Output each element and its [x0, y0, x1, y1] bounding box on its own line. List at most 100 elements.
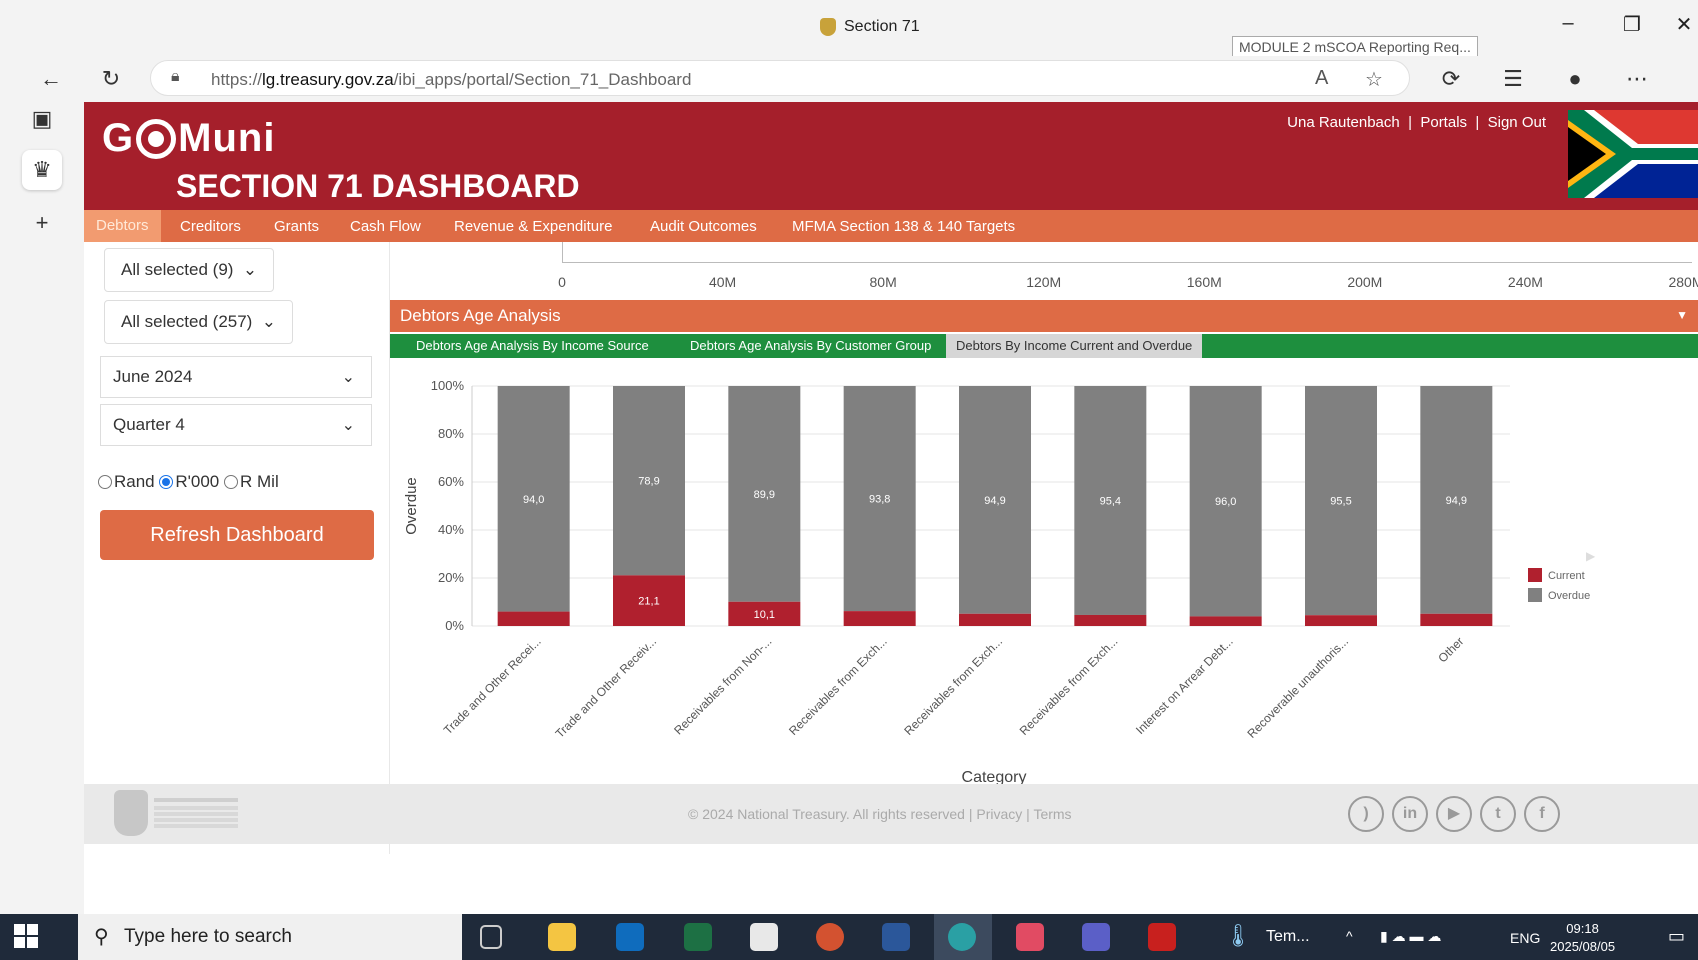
menu-revenue-expenditure[interactable]: Revenue & Expenditure: [454, 218, 612, 235]
url-text[interactable]: https://lg.treasury.gov.za/ibi_apps/port…: [211, 70, 691, 90]
refresh-dashboard-button[interactable]: Refresh Dashboard: [100, 510, 374, 560]
task-view-icon[interactable]: [480, 925, 502, 949]
user-name-link[interactable]: Una Rautenbach: [1287, 114, 1400, 131]
menu-grants[interactable]: Grants: [274, 218, 319, 235]
multiselect-1[interactable]: All selected (9) ⌄: [104, 248, 275, 292]
quarter-select[interactable]: Quarter 4 ⌄: [100, 404, 372, 446]
sign-out-link[interactable]: Sign Out: [1488, 114, 1546, 131]
reload-icon[interactable]: ↻: [96, 66, 126, 92]
notification-icon[interactable]: ▭: [1668, 926, 1685, 947]
bar-label-overdue: 95,4: [1100, 495, 1121, 507]
collapse-caret-icon[interactable]: ▼: [1676, 308, 1688, 322]
legend-swatch: [1528, 588, 1542, 602]
active-tab-favicon-icon[interactable]: ♛: [22, 150, 62, 190]
bar-current: [959, 613, 1031, 626]
browser-tab[interactable]: Section 71: [820, 18, 920, 36]
y-axis-title: Overdue: [403, 477, 420, 535]
read-aloud-icon[interactable]: A: [1315, 67, 1328, 90]
top-axis-tick: 120M: [1026, 274, 1062, 290]
excel-icon[interactable]: [684, 923, 712, 951]
tray-chevron-up-icon[interactable]: ^: [1346, 928, 1353, 944]
twitter-icon[interactable]: t: [1480, 796, 1516, 832]
chevron-down-icon: ⌄: [341, 417, 355, 434]
weather-text[interactable]: Tem...: [1266, 928, 1310, 946]
radio-rmil[interactable]: [224, 475, 238, 489]
system-clock[interactable]: 09:18 2025/08/05: [1550, 920, 1615, 956]
file-explorer-icon[interactable]: [548, 923, 576, 951]
windows-start-icon[interactable]: [14, 924, 40, 950]
x-tick-label: Interest on Arrear Debt...: [1133, 634, 1236, 737]
portals-link[interactable]: Portals: [1420, 114, 1467, 131]
browser-titlebar: Section 71 MODULE 2 mSCOA Reporting Req.…: [0, 0, 1698, 58]
coat-of-arms-favicon-icon: [820, 18, 836, 36]
facebook-icon[interactable]: f: [1524, 796, 1560, 832]
language-indicator[interactable]: ENG: [1510, 930, 1540, 946]
radio-rand[interactable]: [98, 475, 112, 489]
y-tick-label: 100%: [431, 378, 465, 393]
minimize-icon[interactable]: –: [1548, 12, 1588, 35]
youtube-icon[interactable]: ▶: [1436, 796, 1472, 832]
extensions-icon[interactable]: ⟳: [1436, 66, 1466, 92]
bar-label-overdue: 78,9: [638, 476, 659, 488]
gomuni-logo: G Muni: [102, 116, 276, 160]
top-axis-tick: 80M: [869, 274, 897, 290]
bar-current: [1189, 616, 1262, 626]
multiselect-2[interactable]: All selected (257) ⌄: [104, 300, 294, 344]
acrobat-icon[interactable]: [1148, 923, 1176, 951]
menu-mfma-targets[interactable]: MFMA Section 138 & 140 Targets: [792, 218, 1015, 235]
rss-icon[interactable]: ): [1348, 796, 1384, 832]
stacked-bar-chart: 100% 80% 60% 40% 20% 0% Overdue 94,0 Trade and O…: [390, 360, 1698, 786]
bar-label-overdue: 93,8: [869, 494, 890, 506]
back-arrow-icon[interactable]: ←: [36, 66, 66, 92]
restore-icon[interactable]: ❐: [1612, 12, 1652, 37]
x-tick-label: Receivables from Exch...: [1017, 634, 1121, 738]
y-tick-label: 0%: [445, 618, 464, 633]
lock-icon[interactable]: 🔒︎: [171, 68, 180, 86]
top-axis-tick: 240M: [1507, 274, 1543, 290]
weather-thermometer-icon[interactable]: 🌡︎: [1224, 923, 1252, 951]
favorite-star-icon[interactable]: ☆: [1365, 67, 1383, 92]
legend-label: Current: [1548, 570, 1585, 582]
panel-header: Debtors Age Analysis ▼: [390, 300, 1698, 332]
browser-vertical-tabs: ▣ ♛ +: [0, 102, 84, 914]
dashboard-app: G Muni SECTION 71 DASHBOARD Una Rautenbac…: [84, 102, 1698, 914]
close-icon[interactable]: ✕: [1670, 12, 1698, 37]
top-axis-tick: 200M: [1347, 274, 1383, 290]
bar-label-overdue: 96,0: [1215, 496, 1236, 508]
tab-by-customer-group[interactable]: Debtors Age Analysis By Customer Group: [680, 334, 941, 358]
tab-by-income-source[interactable]: Debtors Age Analysis By Income Source: [406, 334, 659, 358]
menu-creditors[interactable]: Creditors: [180, 218, 241, 235]
taskbar-search-box[interactable]: ⚲ Type here to search: [78, 914, 462, 960]
app-header: G Muni SECTION 71 DASHBOARD Una Rautenbac…: [84, 102, 1698, 210]
tab-actions-icon[interactable]: ▣: [22, 106, 62, 132]
profile-avatar-icon[interactable]: ●: [1560, 66, 1590, 92]
bar-current: [1305, 615, 1377, 626]
search-icon: ⚲: [94, 926, 109, 948]
teams-icon[interactable]: [1082, 923, 1110, 951]
menu-cash-flow[interactable]: Cash Flow: [350, 218, 421, 235]
x-tick-label: Receivables from Exch...: [786, 634, 890, 738]
store-icon[interactable]: [750, 923, 778, 951]
bar-current: [1074, 614, 1147, 626]
more-options-icon[interactable]: ⋯: [1622, 66, 1652, 92]
tray-icons[interactable]: ▮ ☁ ▬ ☁: [1380, 928, 1441, 945]
legend-label: Overdue: [1548, 590, 1590, 602]
powerpoint-icon[interactable]: [816, 923, 844, 951]
radio-r000[interactable]: [159, 475, 174, 489]
tab-current-and-overdue[interactable]: Debtors By Income Current and Overdue: [946, 334, 1203, 358]
menu-audit-outcomes[interactable]: Audit Outcomes: [650, 218, 757, 235]
bookmark-tooltip: MODULE 2 mSCOA Reporting Req...: [1232, 36, 1478, 58]
word-icon[interactable]: [882, 923, 910, 951]
address-bar[interactable]: 🔒︎ https://lg.treasury.gov.za/ibi_apps/p…: [150, 60, 1410, 96]
favorites-icon[interactable]: ☰: [1498, 66, 1528, 92]
edge-browser-icon[interactable]: [948, 923, 976, 951]
menu-debtors[interactable]: Debtors: [84, 210, 161, 242]
new-tab-plus-icon[interactable]: +: [22, 210, 62, 236]
bar-current: [1420, 613, 1493, 626]
period-select[interactable]: June 2024 ⌄: [100, 356, 372, 398]
bar-label-current: 21,1: [638, 596, 659, 608]
linkedin-icon[interactable]: in: [1392, 796, 1428, 832]
outlook-icon[interactable]: [616, 923, 644, 951]
snip-tool-icon[interactable]: [1016, 923, 1044, 951]
chevron-down-icon: ⌄: [341, 369, 355, 386]
